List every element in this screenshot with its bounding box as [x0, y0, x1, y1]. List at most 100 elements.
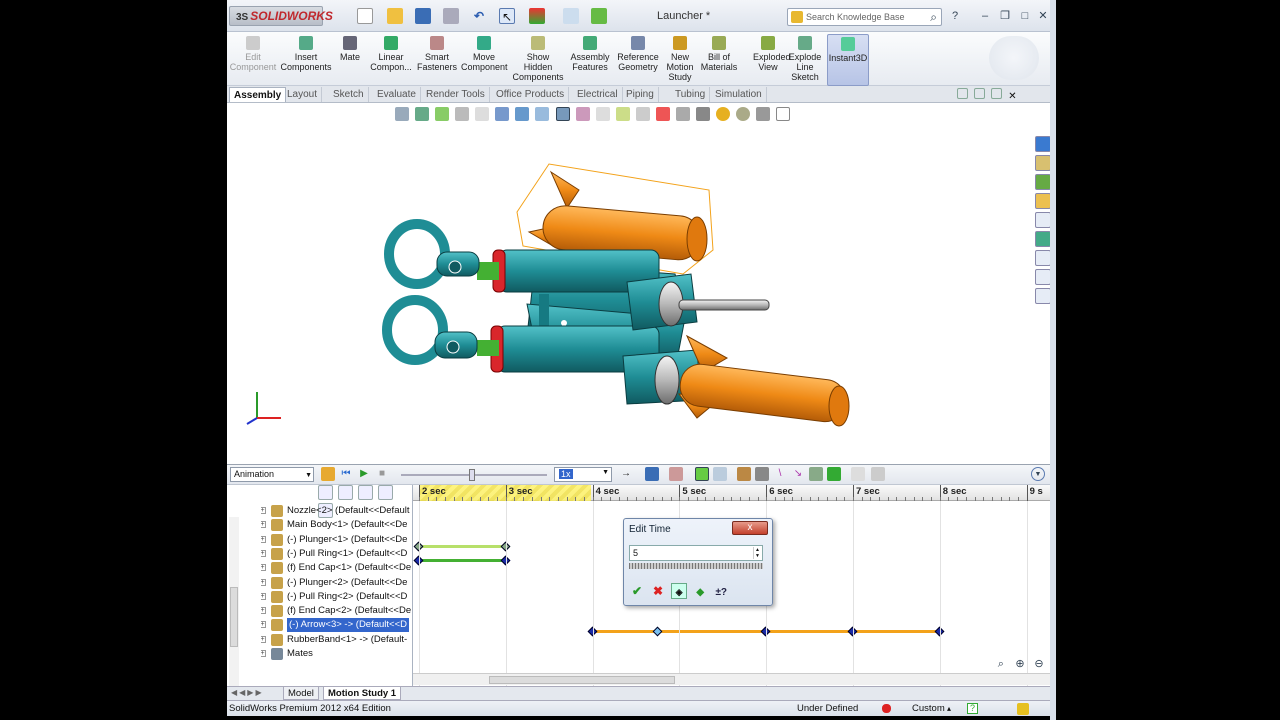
- tab-scroll-arrows-icon[interactable]: ◀◀▶▶: [231, 688, 264, 697]
- contact-icon[interactable]: [809, 467, 823, 481]
- expand-icon[interactable]: +: [261, 549, 266, 557]
- select-icon[interactable]: ↖: [499, 8, 515, 24]
- tree-item[interactable]: + (f) End Cap<2> (Default<<De: [261, 604, 411, 618]
- rebuild-icon[interactable]: [529, 8, 545, 24]
- ribbon-button-7[interactable]: Assembly Features: [569, 34, 611, 86]
- ribbon-button-5[interactable]: Move Component: [461, 34, 508, 86]
- study-properties-icon[interactable]: [871, 467, 885, 481]
- offset-time-icon[interactable]: ◆: [692, 585, 708, 601]
- file-explorer-icon[interactable]: [1035, 174, 1051, 190]
- collapse-motion-manager-icon[interactable]: ▼: [1031, 467, 1045, 481]
- expand-icon[interactable]: +: [261, 621, 266, 629]
- filter-animated-icon[interactable]: [318, 485, 333, 500]
- slider-thumb[interactable]: [469, 469, 475, 481]
- spin-arrows-icon[interactable]: ▲ ▼: [753, 547, 761, 559]
- quick-tips-icon[interactable]: [1017, 703, 1029, 715]
- filter-driving-icon[interactable]: [338, 485, 354, 500]
- time-value-input[interactable]: 5 ▲ ▼: [629, 545, 763, 561]
- play-icon[interactable]: ▶: [357, 467, 371, 481]
- tree-item[interactable]: + (-) Plunger<1> (Default<<De: [261, 533, 411, 547]
- animation-wizard-icon[interactable]: [669, 467, 683, 481]
- ribbon-button-10[interactable]: Bill of Materials: [699, 34, 739, 86]
- gravity-icon[interactable]: [827, 467, 841, 481]
- new-document-icon[interactable]: [357, 8, 373, 24]
- timeline-horizontal-scrollbar[interactable]: [413, 673, 1055, 685]
- ribbon-button-8[interactable]: Reference Geometry: [615, 34, 661, 86]
- ribbon-button-1[interactable]: Insert Components: [279, 34, 333, 86]
- expand-icon[interactable]: +: [261, 507, 266, 514]
- key-bar[interactable]: [419, 544, 506, 548]
- tab-motion-study-1[interactable]: Motion Study 1: [323, 687, 402, 700]
- ribbon-button-2[interactable]: Mate: [335, 34, 365, 86]
- ok-check-icon[interactable]: ✔: [629, 583, 645, 599]
- ribbon-button-12[interactable]: Explode Line Sketch: [787, 34, 823, 86]
- tree-item[interactable]: + (-) Arrow<3> -> (Default<<D: [261, 618, 411, 633]
- play-from-start-icon[interactable]: ⏮: [339, 467, 353, 481]
- tree-item[interactable]: + Main Body<1> (Default<<De: [261, 518, 411, 532]
- knowledge-base-search[interactable]: Search Knowledge Base ⌕: [787, 8, 942, 26]
- time-ruler[interactable]: 2 sec 3 sec 4 sec 5 sec 6 sec 7 sec 8 sec 9 s: [413, 485, 1055, 501]
- key-bar[interactable]: [419, 558, 506, 562]
- key-point[interactable]: [652, 626, 663, 637]
- ribbon-button-13[interactable]: Instant3D: [827, 34, 869, 86]
- zoom-to-fit-icon[interactable]: ⌕: [993, 658, 1009, 672]
- scrollbar-thumb[interactable]: [489, 676, 675, 684]
- time-thumbwheel[interactable]: [629, 563, 763, 569]
- expand-icon[interactable]: +: [261, 635, 266, 643]
- tab-tubing[interactable]: Tubing: [671, 87, 711, 102]
- ribbon-button-3[interactable]: Linear Compon...: [369, 34, 413, 86]
- arrow-lower[interactable]: [677, 334, 850, 427]
- maximize-button[interactable]: □: [1017, 8, 1033, 24]
- absolute-time-icon[interactable]: ◈: [671, 583, 688, 599]
- end-cap-upper[interactable]: [626, 273, 770, 331]
- restore-button[interactable]: ❐: [997, 8, 1013, 24]
- expand-icon[interactable]: +: [261, 650, 266, 657]
- tab-simulation[interactable]: Simulation: [711, 87, 767, 102]
- undo-icon[interactable]: ↶: [471, 8, 487, 24]
- tab-piping[interactable]: Piping: [622, 87, 659, 102]
- restore-doc-icon[interactable]: [991, 88, 1003, 99]
- pull-ring-lower[interactable]: [382, 295, 478, 365]
- filter-selected-icon[interactable]: [358, 485, 374, 500]
- forum-icon[interactable]: [1035, 269, 1051, 285]
- help-icon[interactable]: ?: [947, 8, 963, 24]
- graphics-area[interactable]: [227, 104, 1055, 464]
- calculate-icon[interactable]: [321, 467, 335, 481]
- tree-item[interactable]: + RubberBand<1> -> (Default-: [261, 633, 411, 647]
- close-doc-icon[interactable]: ✕: [1008, 91, 1019, 102]
- tab-render-tools[interactable]: Render Tools: [422, 87, 490, 102]
- playback-mode-icon[interactable]: →: [619, 467, 633, 481]
- search-icon[interactable]: ⌕: [930, 10, 937, 25]
- expand-icon[interactable]: +: [261, 578, 266, 586]
- expand-icon[interactable]: +: [261, 592, 266, 600]
- ribbon-button-11[interactable]: Exploded View: [753, 34, 791, 86]
- search-results-icon[interactable]: [1035, 212, 1051, 228]
- tree-item[interactable]: + Mates: [261, 647, 411, 661]
- add-key-icon[interactable]: [713, 467, 727, 481]
- autokey-icon[interactable]: [695, 467, 709, 481]
- study-type-select[interactable]: Animation ▼: [230, 467, 314, 482]
- ribbon-button-0[interactable]: Edit Component: [229, 34, 277, 86]
- resources-icon[interactable]: [1035, 136, 1051, 152]
- tree-item[interactable]: + (-) Pull Ring<1> (Default<<D: [261, 547, 411, 561]
- tab-model[interactable]: Model: [283, 687, 319, 700]
- solidworks-logo[interactable]: 3S SOLIDWORKS: [229, 6, 333, 26]
- cascade-icon[interactable]: [974, 88, 986, 99]
- custom-properties-icon[interactable]: [1035, 250, 1051, 266]
- spring-icon[interactable]: [755, 467, 769, 481]
- cancel-x-icon[interactable]: ✖: [650, 583, 666, 599]
- pull-ring-upper[interactable]: [384, 219, 480, 289]
- rebuild-status-icon[interactable]: [882, 704, 891, 713]
- tab-layout[interactable]: Layout: [283, 87, 323, 102]
- force-icon[interactable]: ↘: [791, 467, 805, 481]
- tile-icon[interactable]: [957, 88, 968, 99]
- help-status-icon[interactable]: ?: [967, 703, 978, 714]
- playback-slider[interactable]: [401, 469, 547, 481]
- tree-item[interactable]: + Nozzle<2> (Default<<Default: [261, 504, 411, 518]
- dialog-close-button[interactable]: x: [732, 521, 768, 535]
- tab-evaluate[interactable]: Evaluate: [373, 87, 421, 102]
- damper-icon[interactable]: \: [773, 467, 787, 481]
- motor-icon[interactable]: [737, 467, 751, 481]
- design-library-icon[interactable]: [1035, 155, 1051, 171]
- tree-item[interactable]: + (f) End Cap<1> (Default<<De: [261, 561, 411, 575]
